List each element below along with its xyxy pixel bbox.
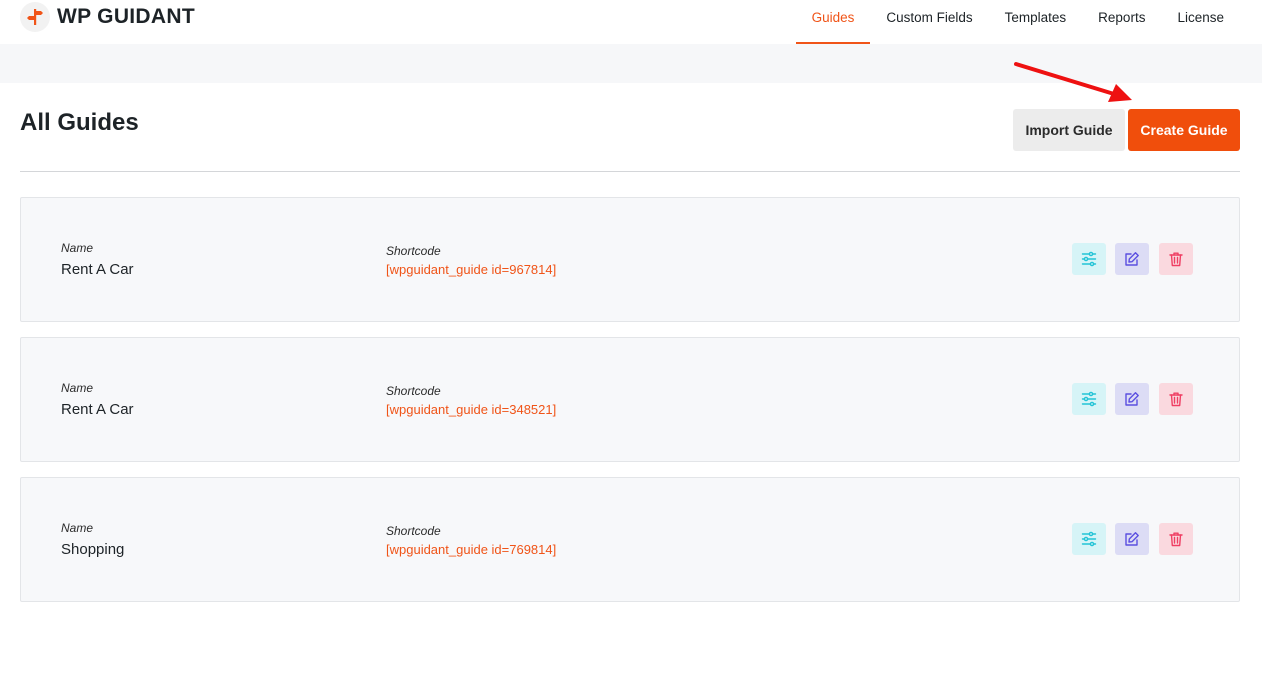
guide-name: Rent A Car (61, 261, 134, 278)
shortcode-label: Shortcode (386, 244, 441, 258)
edit-icon (1125, 532, 1139, 546)
guide-edit-button[interactable] (1115, 383, 1149, 415)
red-annotation-arrow (1014, 62, 1132, 102)
page-title: All Guides (20, 109, 139, 136)
guide-shortcode[interactable]: [wpguidant_guide id=769814] (386, 542, 556, 557)
nav-reports[interactable]: Reports (1082, 0, 1161, 44)
guide-delete-button[interactable] (1159, 243, 1193, 275)
main-nav: Guides Custom Fields Templates Reports L… (795, 0, 1240, 44)
guide-name: Rent A Car (61, 401, 134, 418)
guide-card: Name Rent A Car Shortcode [wpguidant_gui… (20, 337, 1240, 462)
guide-settings-button[interactable] (1072, 243, 1106, 275)
title-divider (20, 171, 1240, 172)
name-label: Name (61, 241, 94, 255)
guide-settings-button[interactable] (1072, 523, 1106, 555)
shortcode-label: Shortcode (386, 524, 441, 538)
guide-name: Shopping (61, 541, 125, 558)
signpost-logo-icon (20, 2, 50, 32)
trash-icon (1169, 252, 1183, 267)
sliders-icon (1081, 531, 1097, 547)
nav-templates[interactable]: Templates (989, 0, 1083, 44)
name-label: Name (61, 381, 94, 395)
guide-edit-button[interactable] (1115, 523, 1149, 555)
guide-delete-button[interactable] (1159, 383, 1193, 415)
top-bar: WP GUIDANT Guides Custom Fields Template… (0, 0, 1262, 44)
edit-icon (1125, 392, 1139, 406)
create-guide-button[interactable]: Create Guide (1128, 109, 1240, 151)
trash-icon (1169, 532, 1183, 547)
nav-custom-fields[interactable]: Custom Fields (870, 0, 988, 44)
sliders-icon (1081, 391, 1097, 407)
trash-icon (1169, 392, 1183, 407)
guide-edit-button[interactable] (1115, 243, 1149, 275)
guide-card: Name Rent A Car Shortcode [wpguidant_gui… (20, 197, 1240, 322)
guide-delete-button[interactable] (1159, 523, 1193, 555)
nav-license[interactable]: License (1161, 0, 1240, 44)
import-guide-button[interactable]: Import Guide (1013, 109, 1125, 151)
brand-name: WP GUIDANT (57, 5, 195, 28)
shortcode-label: Shortcode (386, 384, 441, 398)
nav-guides[interactable]: Guides (795, 0, 871, 44)
sliders-icon (1081, 251, 1097, 267)
guide-card: Name Shopping Shortcode [wpguidant_guide… (20, 477, 1240, 602)
logo[interactable]: WP GUIDANT (20, 2, 195, 32)
edit-icon (1125, 252, 1139, 266)
guide-shortcode[interactable]: [wpguidant_guide id=967814] (386, 262, 556, 277)
name-label: Name (61, 521, 94, 535)
guide-settings-button[interactable] (1072, 383, 1106, 415)
guide-shortcode[interactable]: [wpguidant_guide id=348521] (386, 402, 556, 417)
